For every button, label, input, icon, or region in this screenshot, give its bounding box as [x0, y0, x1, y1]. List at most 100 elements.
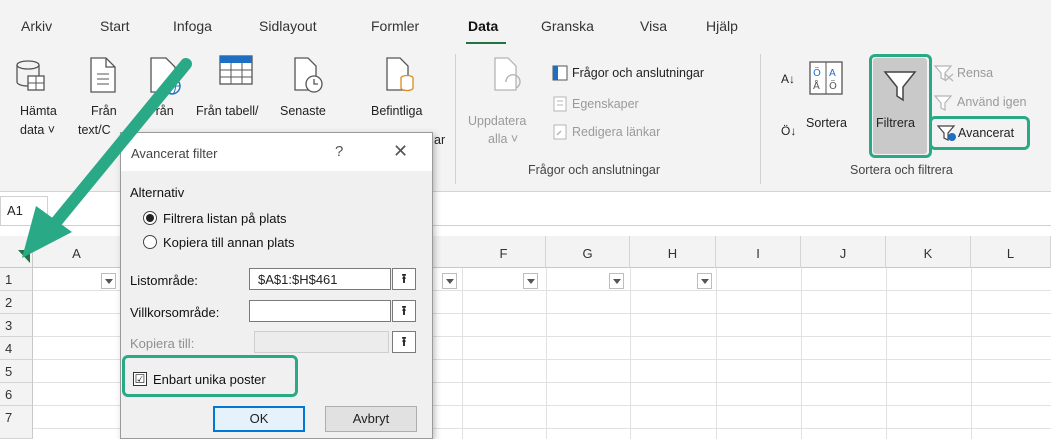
egenskaper-button[interactable]: Egenskaper — [572, 97, 639, 111]
refresh-all-icon — [494, 57, 521, 91]
column-header-f[interactable]: F — [462, 236, 546, 268]
list-range-field[interactable]: $A$1:$H$461 — [249, 268, 391, 290]
column-header-j[interactable]: J — [801, 236, 886, 268]
fragor-anslutningar-button[interactable]: Frågor och anslutningar — [572, 66, 704, 80]
copy-to-picker-icon[interactable]: ⭱ — [392, 331, 416, 353]
table-icon — [219, 55, 253, 85]
column-header-g[interactable]: G — [546, 236, 630, 268]
tab-granska[interactable]: Granska — [541, 18, 594, 34]
highlight-unique-records — [122, 355, 298, 397]
column-header-i[interactable]: I — [716, 236, 801, 268]
ribbon-tab-bar: Arkiv Start Infoga Sidlayout Formler Dat… — [0, 0, 1051, 45]
help-icon[interactable]: ? — [335, 143, 343, 160]
group-separator — [760, 54, 761, 184]
row-header-4[interactable]: 4 — [0, 337, 33, 360]
row-header-1[interactable]: 1 — [0, 268, 33, 291]
group-label-fragor: Frågor och anslutningar — [528, 163, 661, 177]
sort-desc-icon[interactable]: Ö↓ — [781, 124, 796, 138]
anvand-igen-button[interactable]: Använd igen — [957, 95, 1027, 109]
grid-line — [716, 268, 717, 439]
highlight-avancerat — [929, 116, 1030, 150]
dialog-titlebar[interactable]: Avancerat filter ? ✕ — [121, 133, 432, 171]
row-header-2[interactable]: 2 — [0, 291, 33, 314]
senaste-label[interactable]: Senaste — [280, 104, 326, 118]
grid-line — [462, 268, 463, 439]
list-range-picker-icon[interactable]: ⭱ — [392, 268, 416, 290]
select-all-corner[interactable] — [0, 236, 33, 268]
criteria-range-label: Villkorsområde: — [130, 305, 220, 320]
radio-copy-to-location[interactable] — [143, 235, 157, 249]
properties-icon — [553, 96, 567, 112]
svg-text:A: A — [829, 68, 836, 79]
radio-filter-in-place[interactable] — [143, 211, 157, 225]
copy-to-field[interactable] — [254, 331, 389, 353]
befintliga-label-tail: ar — [434, 133, 446, 147]
option-filter-in-place-label[interactable]: Filtrera listan på plats — [163, 211, 287, 226]
column-header-l[interactable]: L — [971, 236, 1051, 268]
filter-dropdown-e[interactable] — [442, 273, 457, 289]
reapply-filter-icon — [933, 95, 953, 111]
sort-asc-icon[interactable]: A↓ — [781, 72, 795, 86]
highlight-filtrera — [869, 54, 932, 158]
ok-button[interactable]: OK — [213, 406, 305, 432]
row-header-5[interactable]: 5 — [0, 360, 33, 383]
filter-dropdown-f[interactable] — [523, 273, 538, 289]
cancel-button[interactable]: Avbryt — [325, 406, 417, 432]
column-header-a[interactable]: A — [33, 236, 121, 268]
filter-dropdown-g[interactable] — [609, 273, 624, 289]
redigera-lankar-button[interactable]: Redigera länkar — [572, 125, 660, 139]
group-label-sortera: Sortera och filtrera — [850, 163, 953, 177]
row-header-7[interactable]: 7 — [0, 406, 33, 439]
queries-connections-icon — [552, 65, 568, 81]
name-box[interactable]: A1 — [0, 196, 48, 226]
row-header-6[interactable]: 6 — [0, 383, 33, 406]
fran-tabell-label[interactable]: Från tabell/ — [196, 104, 259, 118]
grid-line — [971, 268, 972, 439]
rensa-button[interactable]: Rensa — [957, 66, 993, 80]
column-header-k[interactable]: K — [886, 236, 971, 268]
grid-line — [886, 268, 887, 439]
clear-filter-icon — [933, 65, 954, 82]
hamta-data-label2[interactable]: data ˅ — [20, 123, 55, 137]
grid-line — [630, 268, 631, 439]
hamta-data-label1[interactable]: Hämta — [20, 104, 57, 118]
group-separator — [455, 54, 456, 184]
edit-links-icon — [553, 124, 567, 140]
tab-data[interactable]: Data — [468, 18, 498, 34]
svg-text:Å: Å — [813, 79, 820, 92]
option-copy-label[interactable]: Kopiera till annan plats — [163, 235, 295, 250]
copy-to-label: Kopiera till: — [130, 336, 195, 351]
database-icon — [16, 60, 45, 91]
tab-infoga[interactable]: Infoga — [173, 18, 212, 34]
tab-arkiv[interactable]: Arkiv — [21, 18, 52, 34]
tab-start[interactable]: Start — [100, 18, 130, 34]
svg-text:Ö: Ö — [829, 79, 837, 92]
tab-sidlayout[interactable]: Sidlayout — [259, 18, 317, 34]
text-file-icon — [90, 57, 116, 93]
sort-dialog-icon: Ö Å A Ö — [809, 61, 843, 95]
options-section-label: Alternativ — [130, 185, 185, 200]
tab-visa[interactable]: Visa — [640, 18, 667, 34]
column-header-h[interactable]: H — [630, 236, 716, 268]
fran-text-label2[interactable]: text/C — [78, 123, 111, 137]
svg-text:Ö: Ö — [813, 66, 821, 79]
grid-line — [801, 268, 802, 439]
filter-dropdown-a[interactable] — [101, 273, 116, 289]
list-range-label: Listområde: — [130, 273, 198, 288]
fran-text-label1[interactable]: Från — [91, 104, 117, 118]
fran-webb-label[interactable]: Från — [148, 104, 174, 118]
grid-line — [546, 268, 547, 439]
row-header-3[interactable]: 3 — [0, 314, 33, 337]
filter-dropdown-h[interactable] — [697, 273, 712, 289]
uppdatera-label1[interactable]: Uppdatera — [468, 114, 526, 128]
criteria-range-field[interactable] — [249, 300, 391, 322]
uppdatera-label2[interactable]: alla ˅ — [488, 132, 518, 146]
existing-connections-icon — [386, 57, 414, 92]
tab-hjalp[interactable]: Hjälp — [706, 18, 738, 34]
befintliga-label[interactable]: Befintliga — [371, 104, 422, 118]
tab-formler[interactable]: Formler — [371, 18, 419, 34]
close-icon[interactable]: ✕ — [393, 141, 408, 162]
criteria-range-picker-icon[interactable]: ⭱ — [392, 300, 416, 322]
sortera-button[interactable]: Sortera — [806, 116, 847, 130]
recent-sources-icon — [294, 57, 323, 93]
